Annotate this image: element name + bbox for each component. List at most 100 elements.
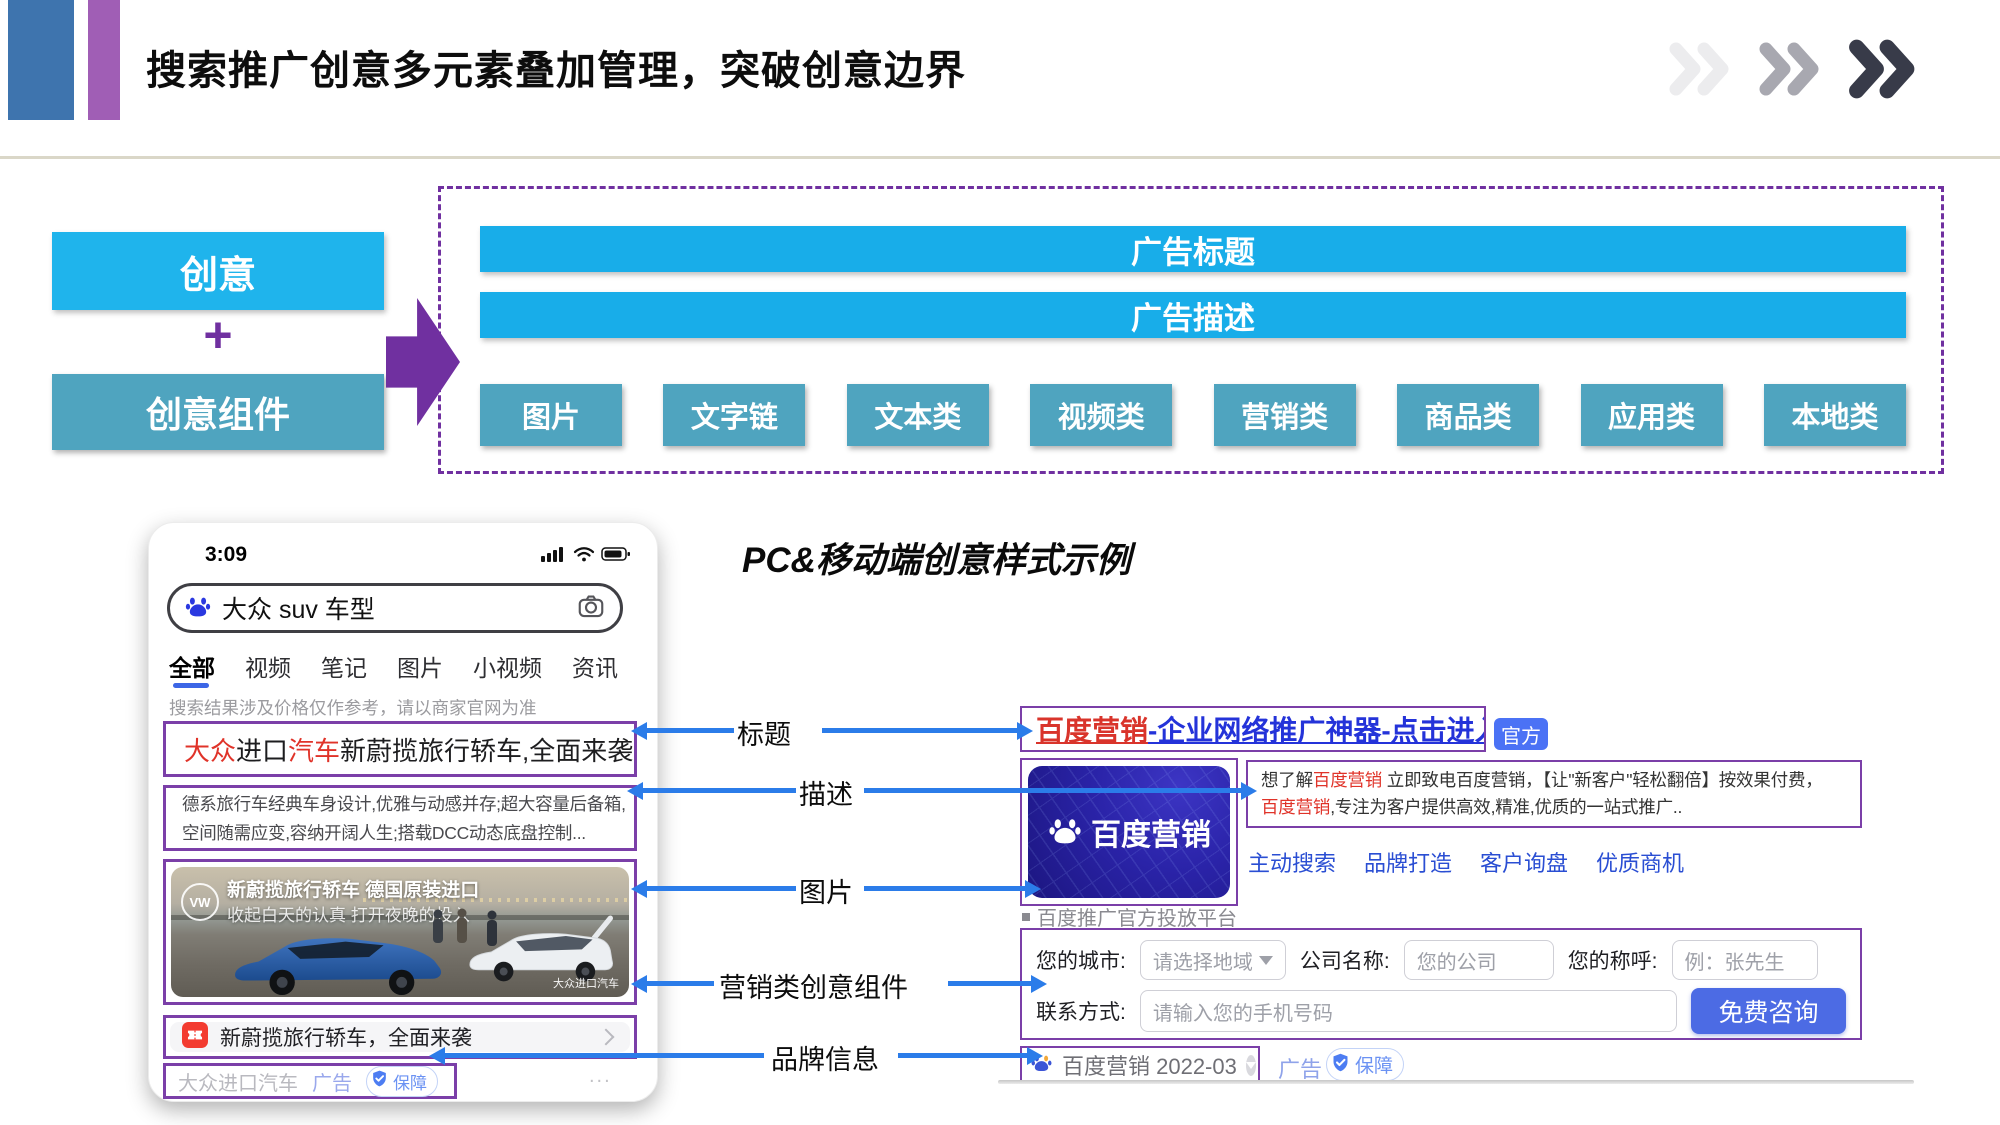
- search-input[interactable]: 大众 suv 车型: [167, 583, 623, 633]
- city-label: 您的城市:: [1036, 945, 1126, 975]
- sublink[interactable]: 客户询盘: [1480, 846, 1568, 878]
- pc-desc-brand: 百度营销: [1313, 770, 1382, 790]
- more-options[interactable]: ...: [589, 1065, 612, 1088]
- city-select[interactable]: 请选择地域: [1140, 940, 1286, 980]
- sublink[interactable]: 品牌打造: [1364, 846, 1452, 878]
- chevron-right-icon: [598, 1029, 615, 1046]
- component-category-row: 图片 文字链 文本类 视频类 营销类 商品类 应用类 本地类: [480, 384, 1906, 446]
- image-headline: 新蔚揽旅行轿车 德国原装进口: [227, 875, 479, 902]
- brand-info-box: 大众进口汽车 广告 保障: [163, 1063, 457, 1099]
- company-label: 公司名称:: [1300, 945, 1390, 975]
- city-placeholder: 请选择地域: [1153, 946, 1253, 975]
- component-text: 新蔚揽旅行轿车，全面来袭: [220, 1022, 588, 1052]
- pc-desc-text: 想了解: [1261, 770, 1313, 790]
- arrow-image-right: [864, 886, 1026, 891]
- pc-ad-title-link[interactable]: 百度营销-企业网络推广神器-点击进入: [1020, 706, 1486, 752]
- status-icons: [541, 545, 631, 568]
- category-box: 应用类: [1581, 384, 1723, 446]
- callout-component-label: 营销类创意组件: [719, 966, 908, 1005]
- pc-guarantee-badge: 保障: [1326, 1048, 1404, 1081]
- form-row-2: 联系方式: 请输入您的手机号码 免费咨询: [1036, 988, 1846, 1034]
- caret-down-icon: [1259, 956, 1273, 965]
- arrow-component-right: [948, 981, 1032, 986]
- wifi-icon: [573, 545, 595, 568]
- contact-label: 联系方式:: [1036, 996, 1126, 1026]
- vw-logo-icon: VW: [181, 883, 219, 921]
- guarantee-badge: 保障: [366, 1066, 438, 1097]
- contact-input[interactable]: 请输入您的手机号码: [1140, 990, 1677, 1032]
- callout-desc-label: 描述: [799, 773, 853, 812]
- tab-news[interactable]: 资讯: [572, 649, 618, 685]
- platform-note: 百度推广官方投放平台: [1022, 902, 1237, 931]
- decorative-chevrons: [1668, 40, 1918, 102]
- sublink[interactable]: 优质商机: [1596, 846, 1684, 878]
- name-input[interactable]: 例：张先生: [1672, 940, 1818, 980]
- chevrons-dark-icon: [1848, 38, 1922, 105]
- battery-icon: [601, 546, 631, 567]
- category-box: 本地类: [1764, 384, 1906, 446]
- pc-ad-image-box[interactable]: 百度营销: [1020, 758, 1238, 906]
- ad-title-black: 新蔚揽旅行轿车,全面来袭: [340, 731, 633, 768]
- chevrons-medium-icon: [1758, 41, 1826, 102]
- accent-block-blue: [8, 0, 74, 120]
- lead-form: 您的城市: 请选择地域 公司名称: 您的公司 您的称呼: 例：张先生 联系方式:…: [1020, 928, 1862, 1040]
- category-box: 商品类: [1397, 384, 1539, 446]
- page-title: 搜索推广创意多元素叠加管理，突破创意边界: [146, 38, 966, 96]
- creative-box: 创意: [52, 232, 384, 310]
- ad-title-link[interactable]: 大众进口汽车新蔚揽旅行轿车,全面来袭: [163, 721, 637, 777]
- free-consult-button[interactable]: 免费咨询: [1691, 988, 1846, 1034]
- vw-logo-text: VW: [190, 895, 211, 910]
- shield-check-icon: [1330, 1052, 1351, 1078]
- form-row-1: 您的城市: 请选择地域 公司名称: 您的公司 您的称呼: 例：张先生: [1036, 940, 1846, 980]
- dropdown-circle-icon[interactable]: [1246, 1055, 1256, 1076]
- tab-shortvideo[interactable]: 小视频: [473, 649, 542, 685]
- tab-images[interactable]: 图片: [397, 649, 443, 685]
- ad-desc-bar: 广告描述: [480, 292, 1906, 338]
- baidu-paw-icon: [184, 592, 212, 625]
- tab-video[interactable]: 视频: [245, 649, 291, 685]
- section-title: PC&移动端创意样式示例: [742, 532, 1131, 583]
- company-input[interactable]: 您的公司: [1404, 940, 1554, 980]
- camera-icon[interactable]: [576, 591, 606, 626]
- arrow-title-right: [822, 728, 1018, 733]
- mobile-serp-mockup: 3:09 大众 suv 车型 全部 视频 笔记 图片 小视频 资讯 热 搜索结果…: [148, 522, 658, 1102]
- callout-title-label: 标题: [737, 713, 791, 752]
- ad-title-red: 汽车: [288, 731, 340, 768]
- bullet-square-icon: [1022, 913, 1030, 921]
- category-box: 视频类: [1030, 384, 1172, 446]
- shield-check-icon: [370, 1069, 389, 1093]
- baidu-marketing-logo: 百度营销: [1028, 766, 1230, 898]
- platform-note-text: 百度推广官方投放平台: [1037, 902, 1237, 931]
- ad-description: 德系旅行车经典车身设计,优雅与动感并存;超大容量后备箱, 空间随需应变,容纳开阔…: [163, 785, 637, 851]
- tab-all[interactable]: 全部: [169, 649, 215, 685]
- pc-brand-name: 百度营销 2022-03: [1062, 1049, 1237, 1081]
- sublink[interactable]: 主动搜索: [1248, 846, 1336, 878]
- logo-text: 百度营销: [1091, 810, 1211, 854]
- header-divider: [0, 156, 2000, 159]
- result-tabs: 全部 视频 笔记 图片 小视频 资讯 热: [169, 649, 621, 685]
- official-badge: 官方: [1494, 718, 1548, 750]
- signal-icon: [541, 545, 567, 568]
- status-time: 3:09: [205, 543, 247, 567]
- ticket-icon: [182, 1022, 208, 1053]
- category-box: 图片: [480, 384, 622, 446]
- marketing-component-row[interactable]: 新蔚揽旅行轿车，全面来袭: [170, 1022, 630, 1052]
- pc-title-rest: -企业网络推广神器-点击进入: [1148, 709, 1486, 749]
- pc-sublinks: 主动搜索 品牌打造 客户询盘 优质商机: [1248, 846, 1684, 878]
- tab-notes[interactable]: 笔记: [321, 649, 367, 685]
- ad-title-red: 大众: [184, 731, 236, 768]
- ad-desc-line2: 空间随需应变,容纳开阔人生;搭载DCC动态底盘控制...: [182, 819, 618, 848]
- guarantee-badge-text: 保障: [393, 1069, 427, 1094]
- car-ad-image: VW 新蔚揽旅行轿车 德国原装进口 收起白天的认真 打开夜晚的投入 大众进口汽车: [171, 867, 629, 997]
- category-box: 文本类: [847, 384, 989, 446]
- chevrons-light-icon: [1668, 41, 1736, 102]
- arrow-component-left: [646, 981, 714, 986]
- contact-placeholder: 请输入您的手机号码: [1153, 997, 1333, 1026]
- arrow-title-left: [646, 728, 734, 733]
- search-query-text: 大众 suv 车型: [222, 590, 576, 626]
- name-placeholder: 例：张先生: [1685, 946, 1785, 975]
- caret-down-icon: [1246, 1062, 1256, 1069]
- callout-image-label: 图片: [799, 871, 853, 910]
- active-tab-underline: [173, 683, 209, 688]
- ad-image-box[interactable]: VW 新蔚揽旅行轿车 德国原装进口 收起白天的认真 打开夜晚的投入 大众进口汽车: [163, 859, 637, 1005]
